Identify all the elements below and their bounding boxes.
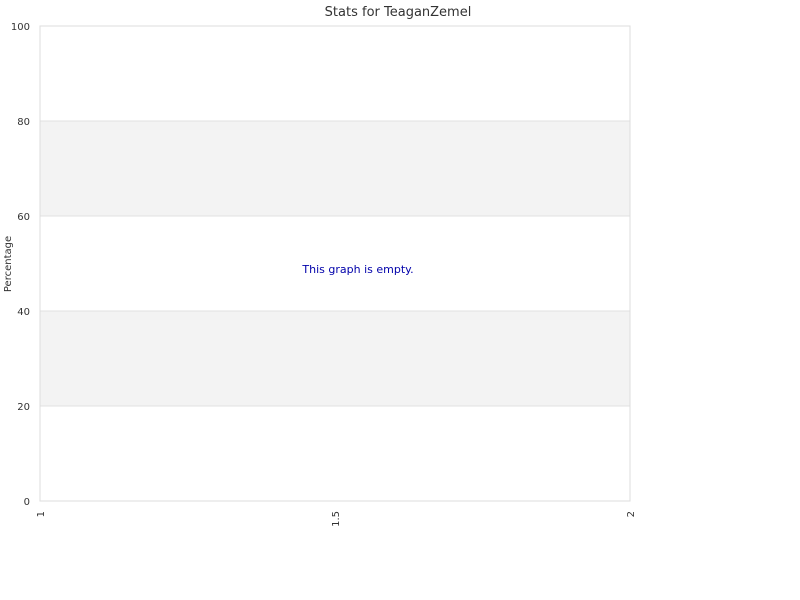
plot-band bbox=[40, 121, 630, 216]
x-axis-ticks: 1 1.5 2 bbox=[36, 511, 637, 527]
plot-band bbox=[40, 26, 630, 121]
y-axis-label: Percentage bbox=[3, 236, 14, 292]
empty-graph-message: This graph is empty. bbox=[301, 263, 413, 276]
y-tick-label: 40 bbox=[17, 307, 30, 318]
y-tick-label: 100 bbox=[11, 22, 30, 33]
x-tick-label: 1.5 bbox=[331, 511, 342, 527]
plot-band bbox=[40, 311, 630, 406]
x-tick-label: 1 bbox=[36, 511, 47, 517]
y-tick-label: 20 bbox=[17, 402, 30, 413]
y-tick-label: 0 bbox=[24, 497, 30, 508]
plot-band bbox=[40, 406, 630, 501]
y-tick-label: 60 bbox=[17, 212, 30, 223]
chart-svg: Stats for TeaganZemel 020406080100 1 1.5 2… bbox=[3, 5, 637, 527]
y-tick-label: 80 bbox=[17, 117, 30, 128]
chart-container: Stats for TeaganZemel 0 20 40 60 80 100 1 1.5 2… bbox=[0, 0, 800, 600]
x-tick-label: 2 bbox=[626, 511, 637, 517]
chart-title: Stats for TeaganZemel bbox=[325, 5, 472, 20]
